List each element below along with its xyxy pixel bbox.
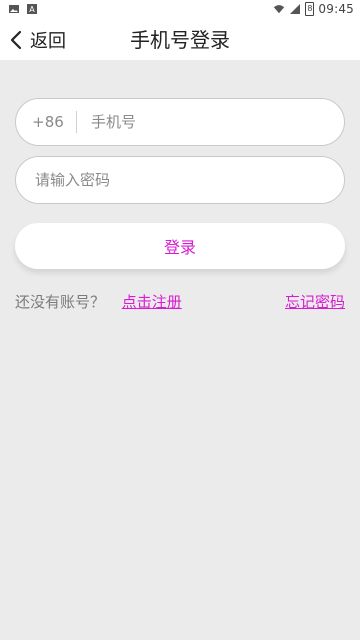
phone-divider bbox=[76, 111, 77, 133]
status-left-icons: A bbox=[8, 3, 38, 15]
wifi-icon bbox=[273, 3, 285, 15]
battery-icon: 8 bbox=[305, 2, 315, 16]
forgot-password-link[interactable]: 忘记密码 bbox=[285, 291, 345, 312]
a-icon: A bbox=[26, 3, 38, 15]
register-link[interactable]: 点击注册 bbox=[122, 293, 182, 311]
status-right-icons: 8 09:45 bbox=[273, 2, 354, 16]
phone-prefix: +86 bbox=[32, 113, 64, 131]
signal-icon bbox=[289, 3, 301, 15]
no-account-text: 还没有账号？ bbox=[15, 292, 106, 311]
register-group: 还没有账号？ 点击注册 bbox=[15, 291, 182, 312]
svg-text:A: A bbox=[29, 5, 35, 14]
password-field bbox=[15, 156, 345, 204]
battery-level: 8 bbox=[307, 4, 313, 13]
status-bar: A 8 09:45 bbox=[0, 0, 360, 20]
app-header: 返回 手机号登录 bbox=[0, 20, 360, 60]
image-icon bbox=[8, 3, 20, 15]
clock: 09:45 bbox=[318, 2, 354, 16]
password-input[interactable] bbox=[33, 164, 327, 196]
page-title: 手机号登录 bbox=[130, 28, 230, 52]
login-button[interactable]: 登录 bbox=[15, 223, 345, 269]
account-links: 还没有账号？ 点击注册 忘记密码 bbox=[15, 290, 345, 312]
phone-input[interactable] bbox=[89, 106, 313, 138]
phone-field: +86 bbox=[15, 98, 345, 146]
